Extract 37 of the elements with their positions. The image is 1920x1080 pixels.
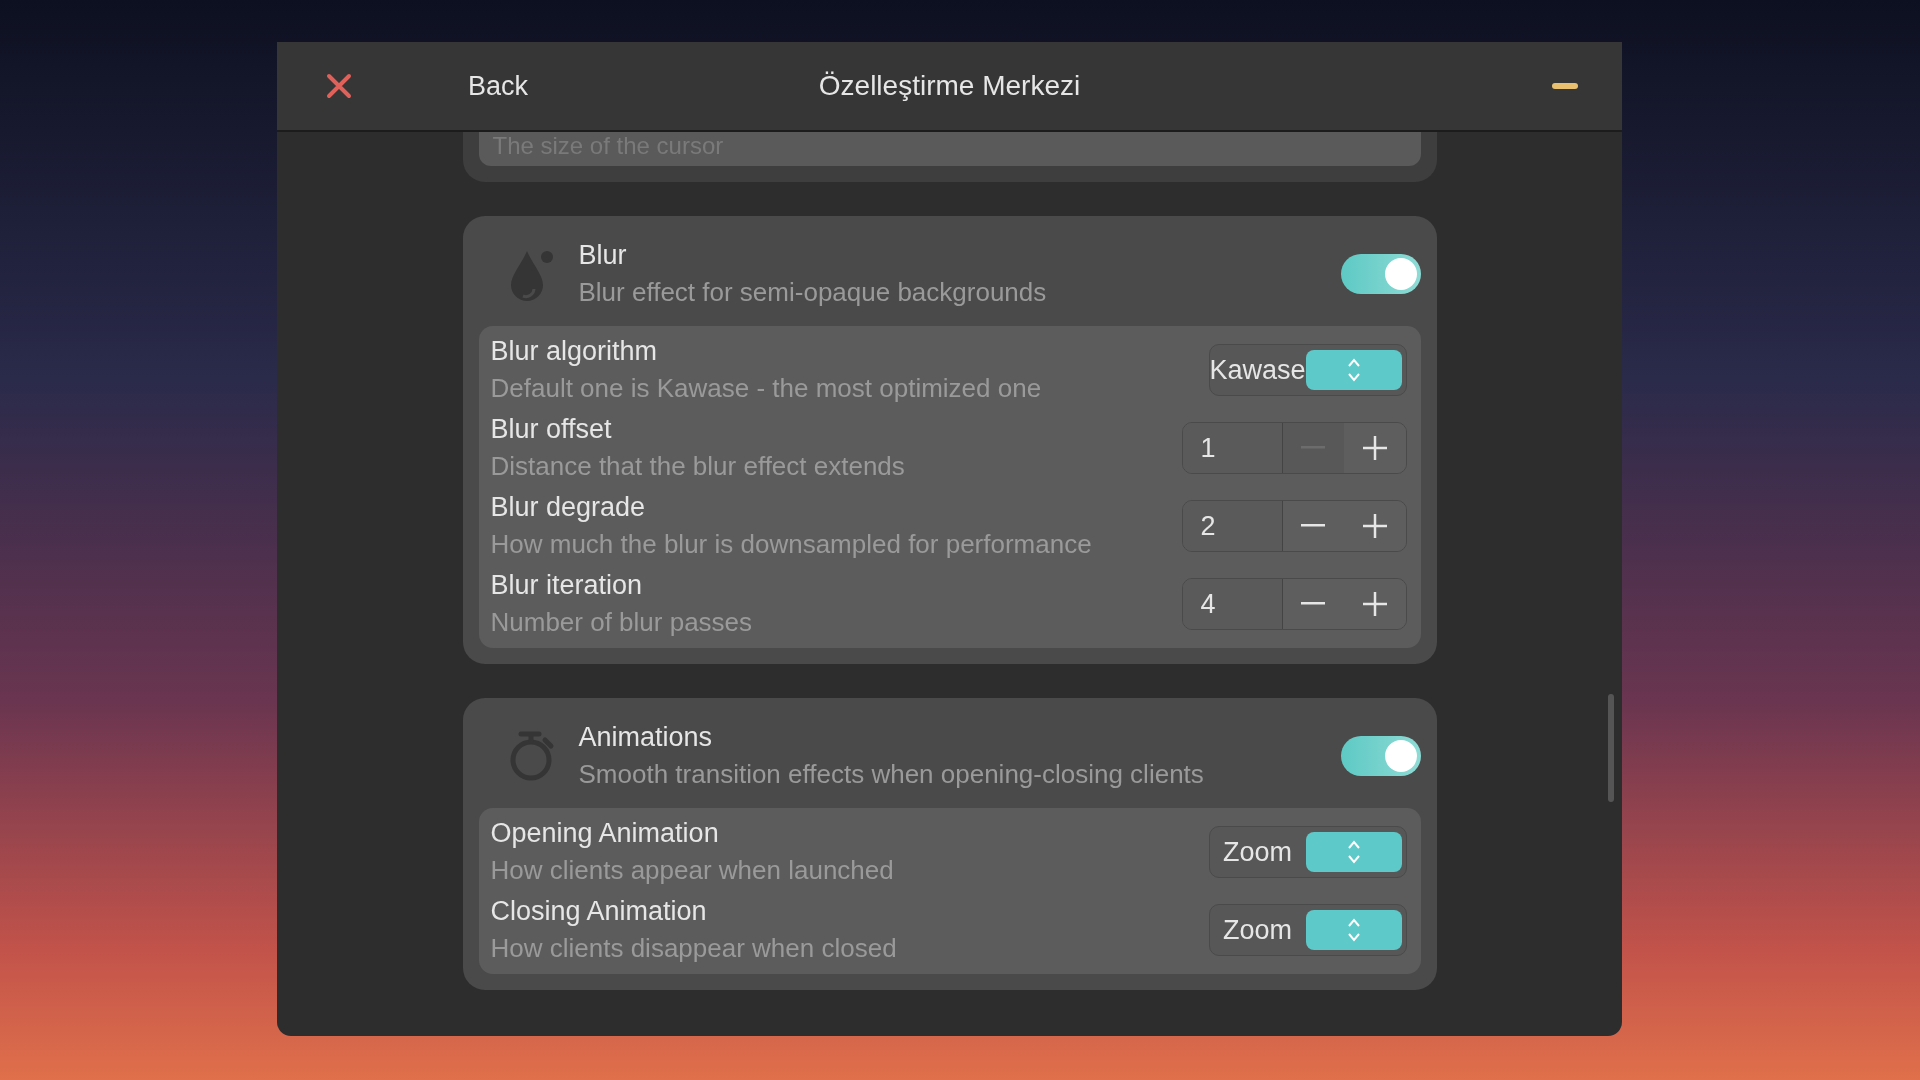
setting-label: Closing Animation bbox=[490, 896, 708, 927]
setting-description: How clients appear when launched bbox=[490, 855, 895, 886]
number-field[interactable]: 1 bbox=[1182, 423, 1283, 473]
number-field[interactable]: 2 bbox=[1182, 501, 1283, 551]
setting-label: Blur degrade bbox=[490, 492, 647, 523]
setting-label: Blur algorithm bbox=[490, 336, 659, 367]
plus-icon bbox=[1362, 514, 1387, 538]
up-down-arrows-icon bbox=[1345, 356, 1362, 384]
toggle-switch[interactable] bbox=[1340, 254, 1421, 294]
setting-description: Distance that the blur effect extends bbox=[490, 451, 906, 482]
setting-label: Blur iteration bbox=[490, 570, 644, 601]
dropdown[interactable]: Zoom bbox=[1208, 826, 1407, 878]
section-description: Blur effect for semi-opaque backgrounds bbox=[578, 277, 1048, 308]
back-button[interactable]: Back bbox=[464, 66, 533, 106]
dropdown[interactable]: Zoom bbox=[1208, 904, 1407, 956]
plus-icon bbox=[1362, 592, 1387, 616]
setting-description: Default one is Kawase - the most optimized one bbox=[490, 373, 1043, 404]
setting-description: How much the blur is downsampled for performance bbox=[490, 529, 1093, 560]
window-title: Özelleştirme Merkezi bbox=[818, 70, 1081, 101]
dropdown[interactable]: Kawase bbox=[1208, 344, 1407, 396]
setting-description: How clients disappear when closed bbox=[490, 933, 898, 964]
setting-label: Opening Animation bbox=[490, 818, 720, 849]
section-description: Smooth transition effects when opening-closing clients bbox=[578, 759, 1205, 790]
up-down-arrows-icon bbox=[1345, 916, 1362, 944]
up-down-arrows-icon bbox=[1345, 838, 1362, 866]
setting-description: Number of blur passes bbox=[490, 607, 754, 638]
number-field[interactable]: 4 bbox=[1182, 579, 1283, 629]
close-icon bbox=[326, 73, 352, 99]
minimize-icon bbox=[1552, 83, 1578, 89]
minus-icon bbox=[1301, 602, 1326, 606]
section-title: Blur bbox=[578, 240, 628, 271]
scrollbar-thumb[interactable] bbox=[1608, 694, 1614, 802]
section-title: Animations bbox=[578, 722, 714, 753]
setting-label: Blur offset bbox=[490, 414, 613, 445]
plus-icon bbox=[1362, 436, 1387, 460]
toggle-switch[interactable] bbox=[1340, 736, 1421, 776]
minus-icon bbox=[1301, 524, 1326, 528]
